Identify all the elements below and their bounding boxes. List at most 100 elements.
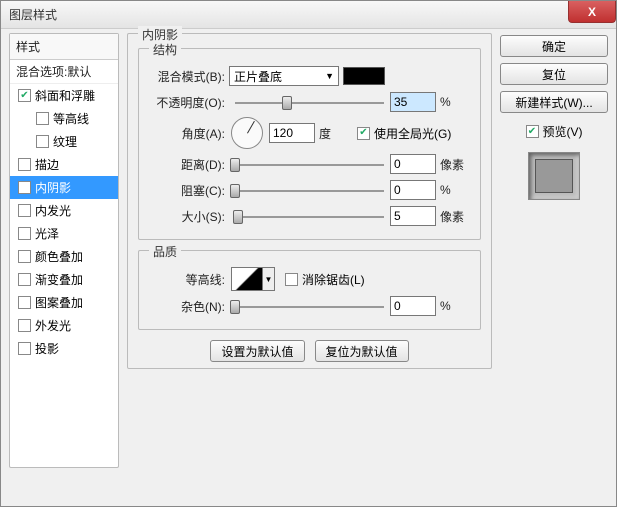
preview-checkbox[interactable] xyxy=(526,125,539,138)
style-checkbox[interactable] xyxy=(18,204,31,217)
style-checkbox[interactable] xyxy=(18,227,31,240)
style-item-label: 图案叠加 xyxy=(35,294,83,311)
structure-legend: 结构 xyxy=(149,41,181,58)
slider-thumb[interactable] xyxy=(282,96,292,110)
noise-label: 杂色(N): xyxy=(149,298,229,315)
style-item-3[interactable]: 描边 xyxy=(10,153,118,176)
choke-label: 阻塞(C): xyxy=(149,182,229,199)
style-item-label: 投影 xyxy=(35,340,59,357)
reset-button[interactable]: 复位 xyxy=(500,63,608,85)
style-checkbox[interactable] xyxy=(18,89,31,102)
noise-slider[interactable] xyxy=(235,297,384,315)
reset-default-button[interactable]: 复位为默认值 xyxy=(315,340,409,362)
styles-group: 样式 混合选项:默认 斜面和浮雕等高线纹理描边内阴影内发光光泽颜色叠加渐变叠加图… xyxy=(9,33,119,468)
choke-row: 阻塞(C): 0 % xyxy=(149,179,470,201)
style-item-label: 斜面和浮雕 xyxy=(35,87,95,104)
new-style-button[interactable]: 新建样式(W)... xyxy=(500,91,608,113)
contour-dropdown[interactable]: ▼ xyxy=(263,267,275,291)
style-item-8[interactable]: 渐变叠加 xyxy=(10,268,118,291)
anti-alias-checkbox[interactable] xyxy=(285,273,298,286)
use-global-light-checkbox[interactable] xyxy=(357,127,370,140)
close-icon: X xyxy=(588,5,596,19)
opacity-unit: % xyxy=(440,95,470,109)
angle-input[interactable]: 120 xyxy=(269,123,315,143)
choke-input[interactable]: 0 xyxy=(390,180,436,200)
slider-thumb[interactable] xyxy=(233,210,243,224)
noise-input[interactable]: 0 xyxy=(390,296,436,316)
opacity-slider[interactable] xyxy=(235,93,384,111)
style-item-4[interactable]: 内阴影 xyxy=(10,176,118,199)
style-checkbox[interactable] xyxy=(18,319,31,332)
blending-options-row[interactable]: 混合选项:默认 xyxy=(10,60,118,84)
style-item-2[interactable]: 纹理 xyxy=(10,130,118,153)
make-default-button[interactable]: 设置为默认值 xyxy=(210,340,304,362)
choke-slider[interactable] xyxy=(235,181,384,199)
distance-input[interactable]: 0 xyxy=(390,154,436,174)
ok-button[interactable]: 确定 xyxy=(500,35,608,57)
opacity-input[interactable]: 35 xyxy=(390,92,436,112)
styles-list-panel: 样式 混合选项:默认 斜面和浮雕等高线纹理描边内阴影内发光光泽颜色叠加渐变叠加图… xyxy=(9,33,119,498)
style-checkbox[interactable] xyxy=(18,250,31,263)
dialog-body: 样式 混合选项:默认 斜面和浮雕等高线纹理描边内阴影内发光光泽颜色叠加渐变叠加图… xyxy=(9,33,608,498)
quality-fieldset: 品质 等高线: ▼ 消除锯齿(L) 杂色(N): 0 % xyxy=(138,250,481,330)
style-item-0[interactable]: 斜面和浮雕 xyxy=(10,84,118,107)
style-item-label: 光泽 xyxy=(35,225,59,242)
distance-slider[interactable] xyxy=(235,155,384,173)
style-item-7[interactable]: 颜色叠加 xyxy=(10,245,118,268)
preview-label: 预览(V) xyxy=(543,123,583,140)
style-checkbox[interactable] xyxy=(18,273,31,286)
close-button[interactable]: X xyxy=(568,1,616,23)
window-title: 图层样式 xyxy=(9,6,57,23)
angle-row: 角度(A): 120 度 使用全局光(G) xyxy=(149,117,470,149)
style-checkbox[interactable] xyxy=(18,158,31,171)
style-item-11[interactable]: 投影 xyxy=(10,337,118,360)
slider-thumb[interactable] xyxy=(230,184,240,198)
quality-legend: 品质 xyxy=(149,243,181,260)
contour-picker[interactable] xyxy=(231,267,263,291)
distance-label: 距离(D): xyxy=(149,156,229,173)
angle-dial[interactable] xyxy=(231,117,263,149)
blend-mode-row: 混合模式(B): 正片叠底 ▼ xyxy=(149,65,470,87)
size-input[interactable]: 5 xyxy=(390,206,436,226)
distance-row: 距离(D): 0 像素 xyxy=(149,153,470,175)
slider-track xyxy=(235,102,384,104)
chevron-down-icon: ▼ xyxy=(325,71,334,81)
default-buttons-row: 设置为默认值 复位为默认值 xyxy=(138,340,481,362)
slider-thumb[interactable] xyxy=(230,158,240,172)
style-checkbox[interactable] xyxy=(36,112,49,125)
noise-row: 杂色(N): 0 % xyxy=(149,295,470,317)
style-item-label: 纹理 xyxy=(53,133,77,150)
blend-mode-combo[interactable]: 正片叠底 ▼ xyxy=(229,66,339,86)
distance-unit: 像素 xyxy=(440,156,470,173)
style-checkbox[interactable] xyxy=(18,181,31,194)
style-checkbox[interactable] xyxy=(36,135,49,148)
style-checkbox[interactable] xyxy=(18,296,31,309)
slider-thumb[interactable] xyxy=(230,300,240,314)
style-checkbox[interactable] xyxy=(18,342,31,355)
titlebar: 图层样式 X xyxy=(1,1,616,29)
style-item-label: 外发光 xyxy=(35,317,71,334)
style-item-10[interactable]: 外发光 xyxy=(10,314,118,337)
preview-row: 预览(V) xyxy=(500,123,608,140)
use-global-light-label: 使用全局光(G) xyxy=(374,125,451,142)
styles-header: 样式 xyxy=(10,34,118,60)
style-item-label: 渐变叠加 xyxy=(35,271,83,288)
style-item-1[interactable]: 等高线 xyxy=(10,107,118,130)
size-slider[interactable] xyxy=(235,207,384,225)
style-item-label: 描边 xyxy=(35,156,59,173)
size-row: 大小(S): 5 像素 xyxy=(149,205,470,227)
shadow-color-swatch[interactable] xyxy=(343,67,385,85)
noise-unit: % xyxy=(440,299,470,313)
style-item-label: 内阴影 xyxy=(35,179,71,196)
action-panel: 确定 复位 新建样式(W)... 预览(V) xyxy=(500,33,608,498)
opacity-label: 不透明度(O): xyxy=(149,94,229,111)
style-item-9[interactable]: 图案叠加 xyxy=(10,291,118,314)
style-item-label: 内发光 xyxy=(35,202,71,219)
preview-swatch[interactable] xyxy=(528,152,580,200)
style-item-5[interactable]: 内发光 xyxy=(10,199,118,222)
anti-alias-label: 消除锯齿(L) xyxy=(302,271,365,288)
layer-style-dialog: 图层样式 X 样式 混合选项:默认 斜面和浮雕等高线纹理描边内阴影内发光光泽颜色… xyxy=(0,0,617,507)
style-item-label: 颜色叠加 xyxy=(35,248,83,265)
style-item-6[interactable]: 光泽 xyxy=(10,222,118,245)
blend-mode-label: 混合模式(B): xyxy=(149,68,229,85)
